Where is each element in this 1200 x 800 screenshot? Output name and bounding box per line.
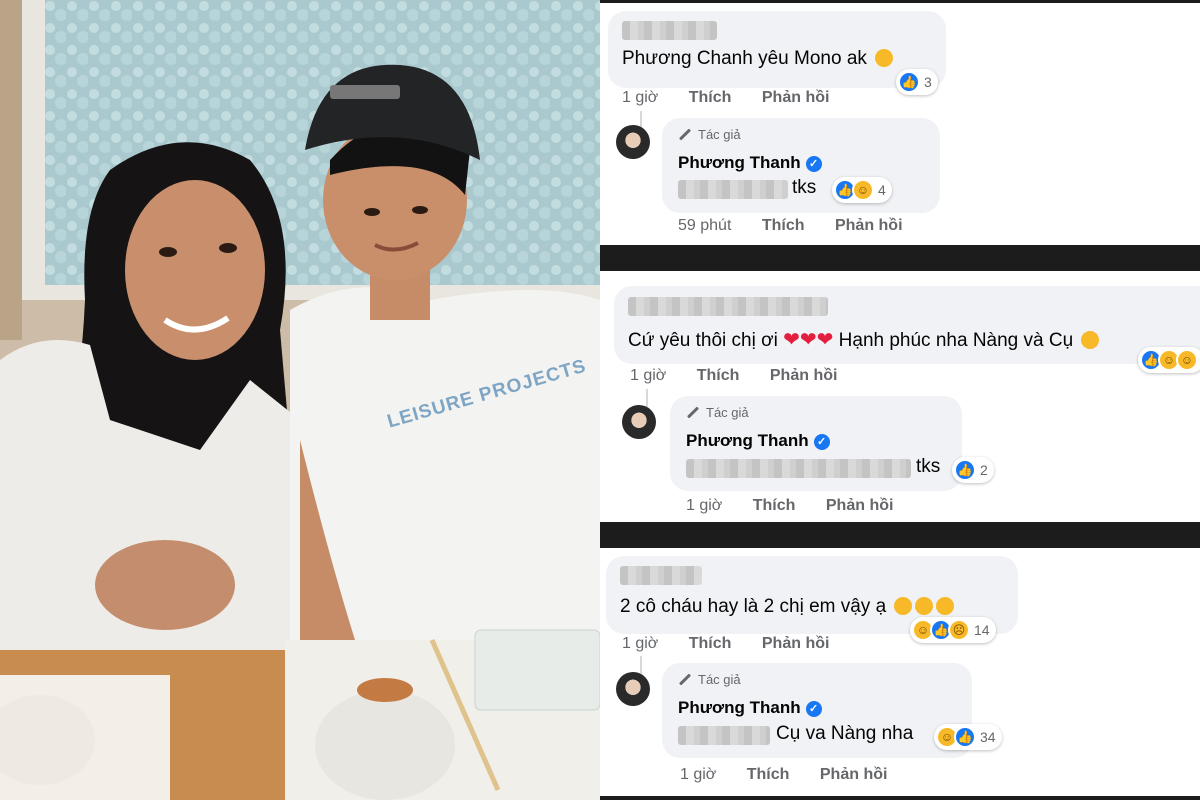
comment-thread-1: Phương Chanh yêu Mono ak 👍 3 1 giờ Thích…	[600, 3, 1200, 245]
reply-text: tks	[916, 456, 941, 477]
sad-icon: ☹	[948, 619, 970, 641]
comment-thread-2: Cứ yêu thôi chị ơi ❤❤❤ Hạnh phúc nha Nàn…	[600, 271, 1200, 522]
comment-text: 2 cô cháu hay là 2 chị em vậy ạ	[620, 596, 887, 617]
author-badge: Tác giả	[678, 127, 741, 142]
like-action[interactable]: Thích	[689, 635, 732, 653]
photo-illustration	[0, 0, 600, 800]
comments-panel: Phương Chanh yêu Mono ak 👍 3 1 giờ Thích…	[600, 0, 1200, 800]
reaction-summary[interactable]: ☺ 👍 34	[934, 724, 1002, 750]
author-badge: Tác giả	[678, 672, 741, 687]
heart-icon: ❤	[783, 329, 800, 351]
reaction-summary[interactable]: 👍 2	[952, 457, 994, 483]
verified-badge-icon: ✓	[813, 434, 830, 450]
pen-icon	[678, 128, 692, 141]
reply-action[interactable]: Phản hồi	[770, 367, 838, 385]
blurred-mention	[686, 459, 911, 478]
reply-action[interactable]: Phản hồi	[762, 89, 830, 107]
blurred-username	[628, 297, 828, 316]
like-action[interactable]: Thích	[753, 497, 796, 515]
reaction-summary[interactable]: ☺ 👍 ☹ 14	[910, 617, 996, 643]
reaction-count: 2	[980, 462, 988, 478]
like-action[interactable]: Thích	[747, 766, 790, 784]
comment-thread-3: 2 cô cháu hay là 2 chị em vậy ạ ☺ 👍 ☹ 14…	[600, 548, 1200, 796]
reaction-summary[interactable]: 👍 ☺ 4	[832, 177, 892, 203]
avatar[interactable]	[616, 125, 650, 159]
blurred-username	[622, 21, 717, 40]
comment-actions: 1 giờ Thích Phản hồi	[622, 89, 855, 107]
laughing-emoji-icon	[875, 49, 894, 67]
reaction-summary[interactable]: 👍 3	[896, 69, 938, 95]
comment-actions: 1 giờ Thích Phản hồi	[622, 635, 855, 653]
reply-text: tks	[792, 177, 817, 198]
reply-action[interactable]: Phản hồi	[820, 766, 888, 784]
like-icon: 👍	[954, 459, 976, 481]
reply-actions: 1 giờ Thích Phản hồi	[686, 497, 919, 515]
reaction-count: 14	[974, 622, 990, 638]
reaction-count: 3	[924, 74, 932, 90]
reply-actions: 59 phút Thích Phản hồi	[678, 217, 929, 235]
haha-icon: ☺	[852, 179, 874, 201]
reply-actions: 1 giờ Thích Phản hồi	[680, 766, 913, 784]
comment-text: Phương Chanh yêu Mono ak	[622, 48, 867, 69]
like-icon: 👍	[898, 71, 920, 93]
reaction-count: 4	[878, 182, 886, 198]
grinning-emoji-icon	[915, 597, 934, 615]
comment-actions: 1 giờ Thích Phản hồi	[630, 367, 863, 385]
reply-author-name[interactable]: Phương Thanh ✓	[678, 698, 822, 718]
comment-time[interactable]: 1 giờ	[622, 89, 658, 107]
haha-icon: ☺	[1176, 349, 1198, 371]
author-badge: Tác giả	[686, 405, 749, 420]
reply-action[interactable]: Phản hồi	[826, 497, 894, 515]
reply-thread-line	[646, 389, 648, 407]
like-action[interactable]: Thích	[762, 217, 805, 235]
reply-author-name[interactable]: Phương Thanh ✓	[686, 431, 830, 451]
heart-icon: ❤	[816, 329, 834, 351]
reaction-summary[interactable]: 👍 ☺ ☺	[1138, 347, 1200, 373]
grinning-emoji-icon	[894, 597, 913, 615]
verified-badge-icon: ✓	[805, 701, 822, 717]
comment-time[interactable]: 1 giờ	[630, 367, 666, 385]
verified-badge-icon: ✓	[805, 156, 822, 172]
avatar[interactable]	[616, 672, 650, 706]
pen-icon	[678, 673, 692, 686]
reaction-count: 34	[980, 729, 996, 745]
reply-time[interactable]: 1 giờ	[680, 766, 716, 784]
heart-icon: ❤	[799, 329, 817, 351]
avatar[interactable]	[622, 405, 656, 439]
comment-text-2: Hạnh phúc nha Nàng và Cụ	[838, 330, 1074, 351]
reply-author-name[interactable]: Phương Thanh ✓	[678, 153, 822, 173]
reply-time[interactable]: 1 giờ	[686, 497, 722, 515]
like-action[interactable]: Thích	[689, 89, 732, 107]
blurred-mention	[678, 180, 788, 199]
pen-icon	[686, 406, 700, 419]
blurred-mention	[678, 726, 770, 745]
comment-time[interactable]: 1 giờ	[622, 635, 658, 653]
like-action[interactable]: Thích	[697, 367, 740, 385]
smiling-emoji-icon	[1081, 331, 1100, 349]
restaurant-photo: LEISURE PROJECTS	[0, 0, 600, 800]
reply-action[interactable]: Phản hồi	[835, 217, 903, 235]
grinning-emoji-icon	[936, 597, 955, 615]
reply-action[interactable]: Phản hồi	[762, 635, 830, 653]
comment-text: Cứ yêu thôi chị ơi	[628, 330, 778, 351]
like-icon: 👍	[954, 726, 976, 748]
reply-text: Cụ va Nàng nha	[776, 723, 914, 744]
blurred-username	[620, 566, 702, 585]
reply-time[interactable]: 59 phút	[678, 217, 731, 235]
